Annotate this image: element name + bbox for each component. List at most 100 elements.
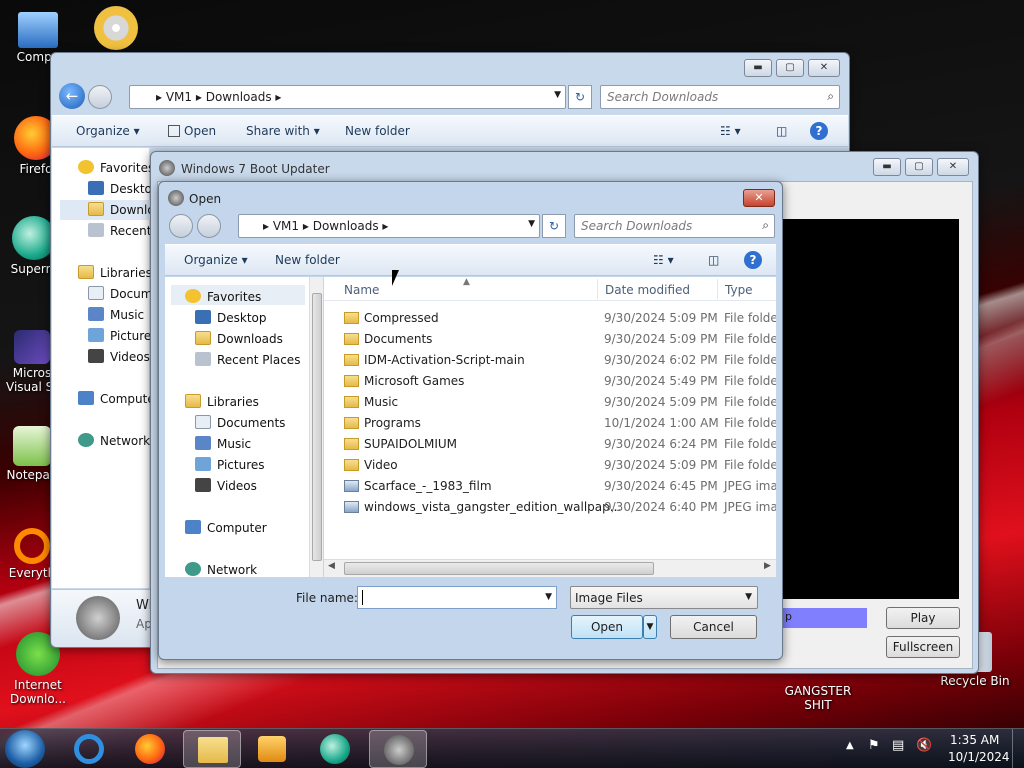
new-folder-button[interactable]: New folder (345, 124, 410, 138)
scroll-right-icon[interactable]: ▶ (764, 561, 771, 571)
breadcrumb-downloads[interactable]: Downloads (206, 90, 272, 104)
file-row[interactable]: windows_vista_gangster_edition_wallpap..… (336, 497, 776, 518)
file-type-select[interactable]: Image Files ▼ (570, 586, 758, 609)
nav-recent[interactable]: Recent Places (195, 352, 300, 367)
nav-scroll-thumb[interactable] (312, 293, 322, 561)
file-row[interactable]: IDM-Activation-Script-main 9/30/2024 6:02… (336, 350, 776, 371)
breadcrumb-vm1[interactable]: VM1 (273, 219, 299, 233)
close-button[interactable]: ✕ (937, 158, 969, 176)
close-button[interactable]: ✕ (743, 189, 775, 207)
nav-music[interactable]: Music (88, 307, 144, 322)
chevron-down-icon[interactable]: ▼ (528, 219, 535, 229)
file-row[interactable]: SUPAIDOLMIUM 9/30/2024 6:24 PM File folder (336, 434, 776, 455)
open-dialog[interactable]: Open ✕ ▸ VM1 ▸ Downloads ▸ ▼ ↻ Search Do… (158, 181, 783, 660)
search-input[interactable]: Search Downloads ⌕ (574, 214, 775, 238)
refresh-icon[interactable]: ↻ (568, 85, 592, 109)
nav-documents[interactable]: Documents (195, 415, 285, 430)
minimize-button[interactable]: ▬ (744, 59, 772, 77)
column-type[interactable]: Type (725, 283, 753, 297)
nav-favorites[interactable]: Favorites (185, 289, 261, 304)
nav-network[interactable]: Network (78, 433, 150, 448)
back-icon[interactable]: ← (59, 83, 85, 109)
show-hidden-icons[interactable]: ▲ (846, 740, 854, 751)
nav-favorites[interactable]: Favorites (78, 160, 154, 175)
clock-time[interactable]: 1:35 AM (950, 733, 999, 747)
file-row[interactable]: Microsoft Games 9/30/2024 5:49 PM File fol… (336, 371, 776, 392)
nav-pictures[interactable]: Pictures (88, 328, 158, 343)
breadcrumb-downloads[interactable]: Downloads (313, 219, 379, 233)
preview-pane-icon[interactable]: ◫ (776, 124, 787, 138)
network-status-icon[interactable]: ▤ (892, 738, 904, 753)
organize-button[interactable]: Organize ▾ (184, 253, 248, 267)
nav-network[interactable]: Network (185, 562, 257, 577)
nav-downloads[interactable]: Downlo (60, 200, 155, 220)
open-button[interactable]: Open (168, 124, 216, 138)
file-row[interactable]: Video 9/30/2024 5:09 PM File folder (336, 455, 776, 476)
nav-videos[interactable]: Videos (195, 478, 257, 493)
clock-date[interactable]: 10/1/2024 (948, 750, 1010, 764)
desktop-icon-dvd[interactable] (76, 6, 156, 52)
preview-pane-icon[interactable]: ◫ (708, 253, 719, 267)
horizontal-scrollbar[interactable]: ◀ ▶ (324, 559, 776, 577)
nav-desktop[interactable]: Desktop (88, 181, 160, 196)
nav-pictures[interactable]: Pictures (195, 457, 265, 472)
show-desktop-button[interactable] (1012, 729, 1024, 768)
nav-scrollbar[interactable] (309, 277, 323, 577)
address-bar[interactable]: ▸ VM1 ▸ Downloads ▸ ▼ (238, 214, 540, 238)
nav-music[interactable]: Music (195, 436, 251, 451)
action-center-flag-icon[interactable]: ⚑ (868, 738, 880, 753)
nav-libraries[interactable]: Libraries (78, 265, 152, 280)
volume-muted-icon[interactable]: 🔇 (916, 738, 932, 753)
start-button[interactable] (5, 730, 45, 768)
nav-computer[interactable]: Computer (185, 520, 267, 535)
fullscreen-button[interactable]: Fullscreen (886, 636, 960, 658)
taskbar-media-player[interactable] (244, 730, 302, 768)
taskbar-boot-updater[interactable] (369, 730, 427, 768)
desktop-icon-gangster[interactable]: GANGSTER SHIT (778, 684, 858, 712)
play-button[interactable]: Play (886, 607, 960, 629)
horizontal-scroll-thumb[interactable] (344, 562, 654, 575)
open-split-dropdown-icon[interactable]: ▼ (643, 615, 657, 639)
nav-libraries[interactable]: Libraries (185, 394, 259, 409)
column-date[interactable]: Date modified (605, 283, 690, 297)
search-input[interactable]: Search Downloads ⌕ (600, 85, 840, 109)
taskbar-firefox[interactable] (121, 730, 179, 768)
chevron-down-icon[interactable]: ▼ (545, 592, 552, 602)
taskbar-explorer[interactable] (183, 730, 241, 768)
forward-icon[interactable] (88, 85, 112, 109)
new-folder-button[interactable]: New folder (275, 253, 340, 267)
file-row[interactable]: Music 9/30/2024 5:09 PM File folder (336, 392, 776, 413)
refresh-icon[interactable]: ↻ (542, 214, 566, 238)
music-icon (195, 436, 211, 450)
help-icon[interactable]: ? (810, 122, 828, 140)
nav-desktop[interactable]: Desktop (195, 310, 267, 325)
nav-computer[interactable]: Compute (78, 391, 155, 406)
nav-videos[interactable]: Videos (88, 349, 150, 364)
share-with-button[interactable]: Share with ▾ (246, 124, 320, 138)
taskbar-ie[interactable] (60, 730, 118, 768)
organize-button[interactable]: Organize ▾ (76, 124, 140, 138)
view-options-icon[interactable]: ☷ ▾ (653, 253, 674, 267)
filename-input[interactable]: ▼ (357, 586, 557, 609)
file-row[interactable]: Scarface_-_1983_film 9/30/2024 6:45 PM JPE… (336, 476, 776, 497)
scroll-left-icon[interactable]: ◀ (328, 561, 335, 571)
taskbar-supermium[interactable] (306, 730, 364, 768)
back-icon[interactable] (169, 214, 193, 238)
help-icon[interactable]: ? (744, 251, 762, 269)
forward-icon[interactable] (197, 214, 221, 238)
column-name[interactable]: Name (344, 283, 379, 297)
file-row[interactable]: Programs 10/1/2024 1:00 AM File folder (336, 413, 776, 434)
breadcrumb-vm1[interactable]: VM1 (166, 90, 192, 104)
minimize-button[interactable]: ▬ (873, 158, 901, 176)
maximize-button[interactable]: ▢ (905, 158, 933, 176)
view-options-icon[interactable]: ☷ ▾ (720, 124, 741, 138)
chevron-down-icon[interactable]: ▼ (554, 90, 561, 100)
cancel-button[interactable]: Cancel (670, 615, 757, 639)
address-bar[interactable]: ▸ VM1 ▸ Downloads ▸ ▼ (129, 85, 566, 109)
file-row[interactable]: Documents 9/30/2024 5:09 PM File folder (336, 329, 776, 350)
file-row[interactable]: Compressed 9/30/2024 5:09 PM File folder (336, 308, 776, 329)
open-button[interactable]: Open (571, 615, 643, 639)
close-button[interactable]: ✕ (808, 59, 840, 77)
nav-downloads[interactable]: Downloads (195, 331, 283, 346)
maximize-button[interactable]: ▢ (776, 59, 804, 77)
